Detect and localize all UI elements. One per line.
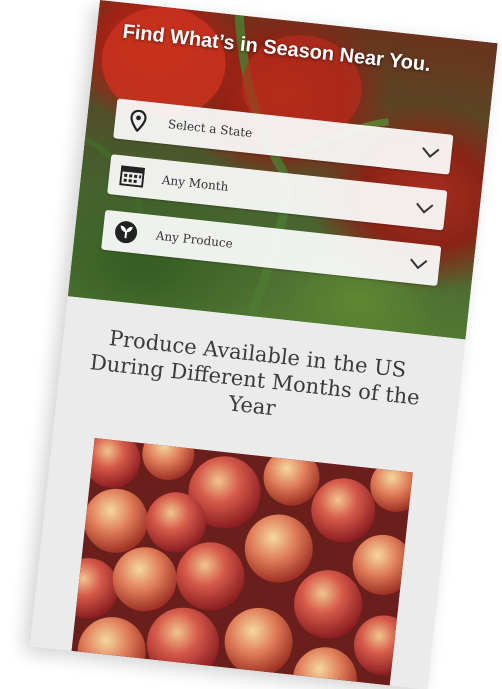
- phone-screen: Find What’s in Season Near You. Select a…: [29, 0, 498, 689]
- page-headline: Produce Available in the US During Diffe…: [88, 326, 421, 421]
- map-pin-icon: [123, 105, 154, 136]
- hero-banner: Find What’s in Season Near You. Select a…: [67, 0, 498, 340]
- sprout-icon: [111, 217, 142, 248]
- calendar-icon: [117, 161, 148, 192]
- apples-photo: [69, 437, 413, 689]
- main-content: Produce Available in the US During Diffe…: [29, 296, 466, 689]
- chevron-down-icon: [422, 147, 440, 158]
- apples-image: [69, 437, 413, 689]
- chevron-down-icon: [410, 258, 428, 270]
- chevron-down-icon: [416, 202, 434, 214]
